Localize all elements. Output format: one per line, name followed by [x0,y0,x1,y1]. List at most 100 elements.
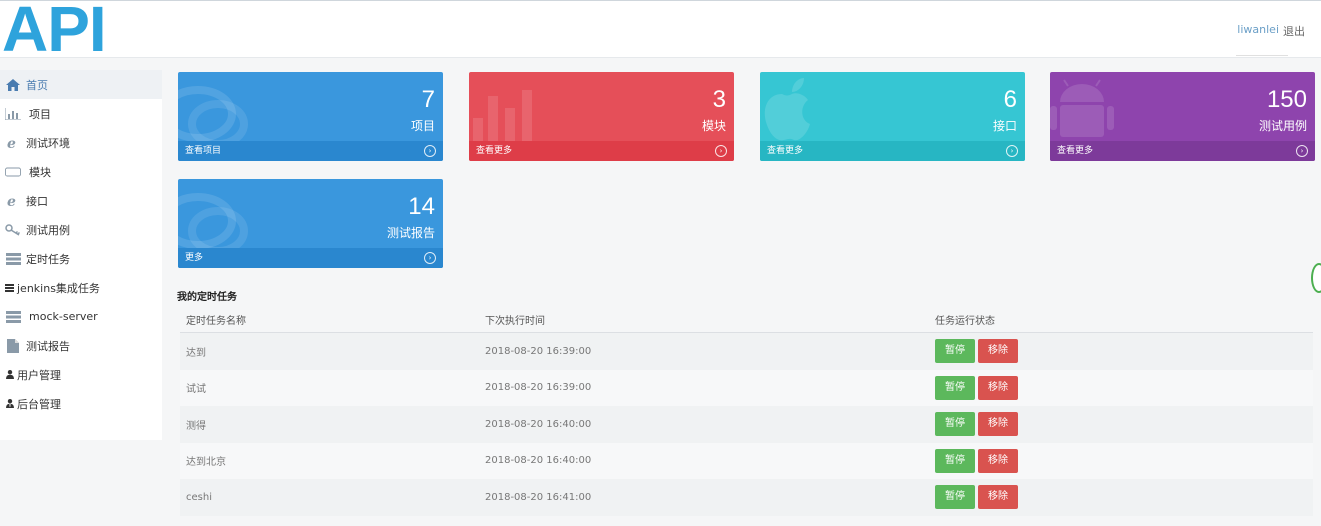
file-icon [5,338,21,354]
sidebar: 首页 项目 e 测试环境 模块 e 接口 测试用例 定时任务 jenkins集成… [0,70,162,440]
table-row: 达到 2018-08-20 16:39:00 暂停 移除 [180,333,1313,370]
arrow-circle-right-icon: › [424,145,436,157]
sidebar-item-jenkins[interactable]: jenkins集成任务 [0,273,162,302]
card-footer-link[interactable]: 查看更多 › [1050,141,1315,161]
comments-icon [178,86,248,142]
table-header: 定时任务名称 下次执行时间 任务运行状态 [180,307,1313,333]
task-name: 测得 [186,420,206,432]
sidebar-item-testcases[interactable]: 测试用例 [0,215,162,244]
logout-link[interactable]: 退出 [1283,23,1305,39]
column-header-name: 定时任务名称 [186,316,246,327]
sidebar-item-label: 用户管理 [17,368,61,382]
card-label: 测试用例 [1258,119,1307,133]
card-footer-link[interactable]: 查看项目 › [178,141,443,161]
card-footer-link[interactable]: 查看更多 › [760,141,1025,161]
bar-chart-icon [5,106,21,122]
pause-button[interactable]: 暂停 [935,448,975,473]
task-actions: 暂停 移除 [935,412,1018,437]
sidebar-item-label: 测试用例 [26,223,70,237]
card-modules: 3 模块 查看更多 › [469,72,734,161]
server-icon [5,280,14,296]
rectangle-icon [5,164,21,180]
bar-chart-icon [473,90,532,142]
sidebar-item-reports[interactable]: 测试报告 [0,331,162,360]
server-icon [5,309,21,325]
logo[interactable]: API [2,0,107,65]
card-footer-text: 查看项目 [185,146,222,156]
remove-button[interactable]: 移除 [978,485,1018,510]
header-divider [1236,55,1288,56]
sidebar-item-label: 测试环境 [26,136,70,150]
home-icon [5,77,21,93]
ie-icon: e [5,193,21,209]
card-projects: 7 项目 查看项目 › [178,72,443,161]
table-row: ceshi 2018-08-20 16:41:00 暂停 移除 [180,479,1313,516]
arrow-circle-right-icon: › [715,145,727,157]
task-name: 试试 [186,384,206,396]
card-label: 模块 [701,119,726,133]
column-header-status: 任务运行状态 [935,316,995,327]
android-icon [1050,79,1114,137]
tasks-table: 定时任务名称 下次执行时间 任务运行状态 达到 2018-08-20 16:39… [180,307,1313,516]
sidebar-item-label: 定时任务 [26,252,70,266]
side-widget-handle[interactable] [1311,263,1321,293]
user-tie-icon [5,396,14,412]
sidebar-item-scheduled-tasks[interactable]: 定时任务 [0,244,162,273]
sidebar-item-admin[interactable]: 后台管理 [0,389,162,418]
sidebar-item-label: 测试报告 [26,339,70,353]
card-interfaces: 6 接口 查看更多 › [760,72,1025,161]
sidebar-item-environment[interactable]: e 测试环境 [0,128,162,157]
sidebar-item-mock-server[interactable]: mock-server [0,302,162,331]
card-footer-text: 查看更多 [1057,146,1094,156]
sidebar-item-label: 首页 [26,78,48,92]
card-label: 项目 [410,119,435,133]
sidebar-item-interfaces[interactable]: e 接口 [0,186,162,215]
card-testcases: 150 测试用例 查看更多 › [1050,72,1315,161]
section-title: 我的定时任务 [177,292,237,303]
ie-icon: e [5,135,21,151]
arrow-circle-right-icon: › [424,252,436,264]
task-actions: 暂停 移除 [935,485,1018,510]
task-time: 2018-08-20 16:41:00 [485,491,592,503]
card-number: 150 [1266,86,1307,113]
arrow-circle-right-icon: › [1296,145,1308,157]
remove-button[interactable]: 移除 [978,448,1018,473]
card-number: 6 [1003,86,1017,113]
task-actions: 暂停 移除 [935,375,1018,400]
card-reports: 14 测试报告 更多 › [178,179,443,268]
sidebar-item-label: 后台管理 [17,397,61,411]
sidebar-item-modules[interactable]: 模块 [0,157,162,186]
svg-text:e: e [7,136,16,150]
card-label: 接口 [992,119,1017,133]
card-footer-text: 查看更多 [767,146,804,156]
pause-button[interactable]: 暂停 [935,339,975,364]
user-icon [5,367,14,383]
task-name: ceshi [186,491,212,503]
column-header-time: 下次执行时间 [485,316,545,327]
table-row: 达到北京 2018-08-20 16:40:00 暂停 移除 [180,442,1313,479]
sidebar-item-home[interactable]: 首页 [0,70,162,99]
pause-button[interactable]: 暂停 [935,412,975,437]
remove-button[interactable]: 移除 [978,339,1018,364]
pause-button[interactable]: 暂停 [935,375,975,400]
key-icon [5,222,21,238]
card-footer-link[interactable]: 查看更多 › [469,141,734,161]
card-number: 3 [712,86,726,113]
sidebar-item-label: 项目 [29,107,51,121]
sidebar-item-label: 接口 [26,194,48,208]
comments-icon [178,193,248,249]
card-footer-text: 更多 [185,253,204,263]
username-link[interactable]: liwanlei [1237,23,1279,36]
sidebar-item-users[interactable]: 用户管理 [0,360,162,389]
pause-button[interactable]: 暂停 [935,485,975,510]
card-label: 测试报告 [386,226,435,240]
card-number: 7 [421,86,435,113]
remove-button[interactable]: 移除 [978,412,1018,437]
svg-text:e: e [7,194,16,208]
remove-button[interactable]: 移除 [978,375,1018,400]
card-footer-link[interactable]: 更多 › [178,248,443,268]
card-number: 14 [408,193,435,220]
arrow-circle-right-icon: › [1006,145,1018,157]
sidebar-item-projects[interactable]: 项目 [0,99,162,128]
task-time: 2018-08-20 16:39:00 [485,345,592,357]
